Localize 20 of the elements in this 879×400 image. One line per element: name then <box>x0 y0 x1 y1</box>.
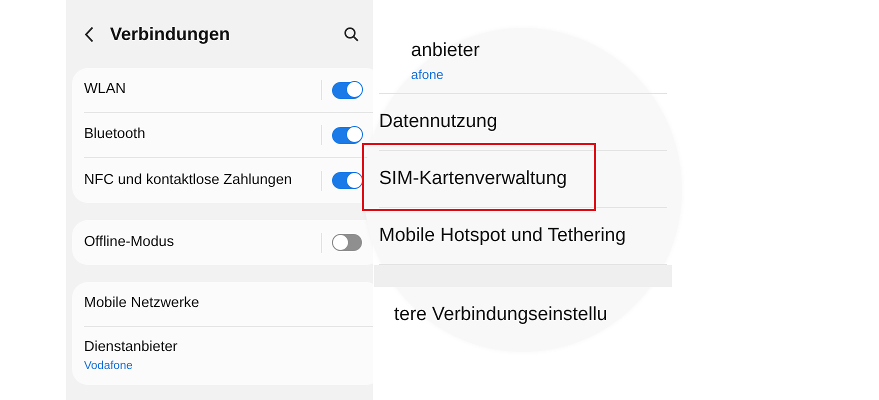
back-button[interactable] <box>84 26 94 42</box>
setting-label[interactable]: Mobile Netzwerke <box>84 293 200 315</box>
setting-label[interactable]: Mobile Hotspot und Tethering <box>379 222 626 250</box>
setting-label[interactable]: tere Verbindungseinstellu <box>394 301 608 330</box>
toggle-switch[interactable] <box>332 126 362 144</box>
screen-title: Verbindungen <box>110 22 232 46</box>
setting-value: Vodafone <box>84 359 133 374</box>
setting-label[interactable]: anbieter <box>411 36 480 65</box>
setting-label[interactable]: SIM-Kartenverwaltung <box>379 164 567 194</box>
search-button[interactable] <box>344 26 359 42</box>
toggle-switch[interactable] <box>332 234 362 251</box>
setting-label[interactable]: Bluetooth <box>84 124 146 146</box>
setting-value: afone <box>411 66 444 84</box>
setting-label[interactable]: NFC und kontaktlose Zahlungen <box>84 170 292 192</box>
toggle-switch[interactable] <box>332 172 362 189</box>
toggle-switch[interactable] <box>332 82 362 98</box>
setting-label[interactable]: Datennutzung <box>379 108 498 136</box>
setting-label[interactable]: Offline-Modus <box>84 232 174 254</box>
setting-label[interactable]: Dienstanbieter <box>84 336 178 358</box>
setting-label[interactable]: WLAN <box>84 79 126 101</box>
